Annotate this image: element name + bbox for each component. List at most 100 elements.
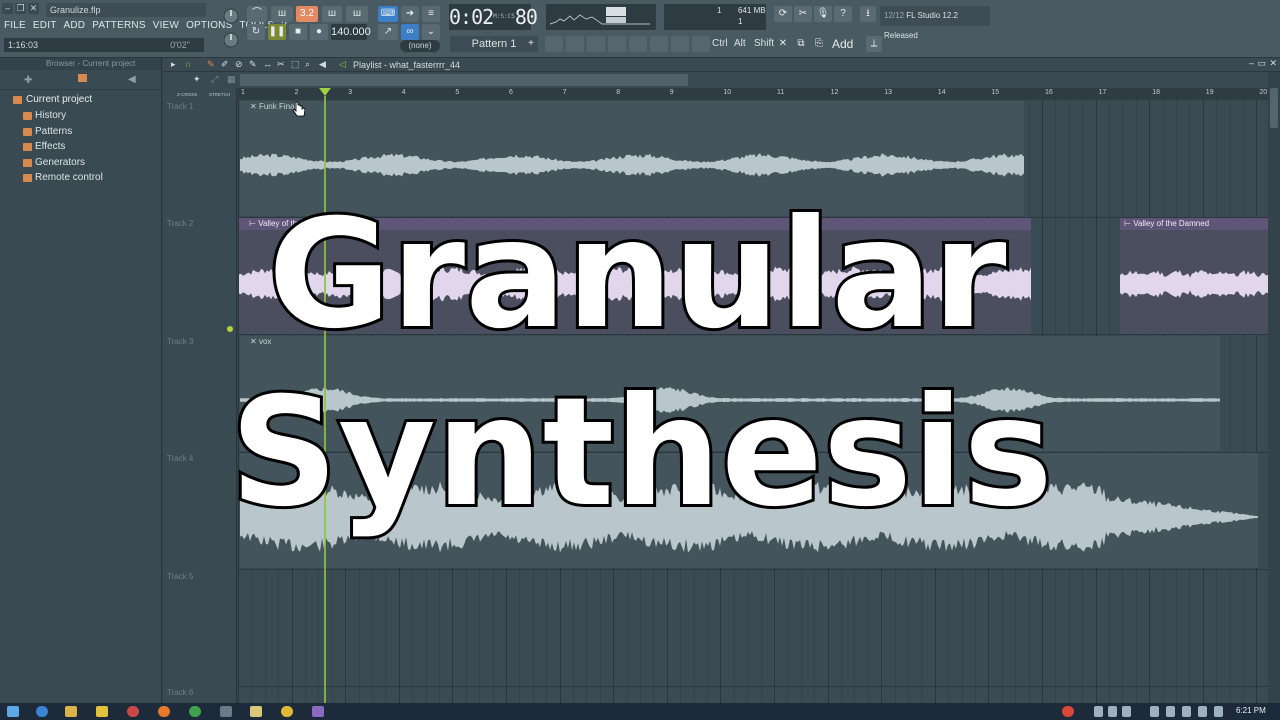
menu-view[interactable]: VIEW bbox=[153, 20, 179, 31]
slice-icon[interactable]: ✂ bbox=[277, 59, 285, 70]
app-icon[interactable] bbox=[220, 706, 232, 717]
playlist-grid[interactable]: ✕ Funk Final ⊢ Valley of th ⊢ Valley of … bbox=[238, 100, 1268, 703]
magnet-icon[interactable]: ∩ bbox=[185, 59, 191, 69]
playhead[interactable] bbox=[324, 96, 326, 703]
pencil-icon[interactable]: ✎ bbox=[207, 59, 215, 70]
playback-icon[interactable]: ◀ bbox=[319, 59, 326, 70]
plug-icon[interactable] bbox=[692, 36, 710, 52]
network-icon[interactable] bbox=[1150, 706, 1159, 717]
menu-patterns[interactable]: PATTERNS bbox=[92, 20, 145, 31]
master-volume-knob[interactable] bbox=[222, 4, 240, 52]
track-name-1[interactable]: Track 1 bbox=[167, 102, 193, 111]
folder-icon[interactable] bbox=[78, 74, 87, 82]
tree-item-effects[interactable]: Effects bbox=[0, 139, 160, 155]
add-pattern-icon[interactable]: + bbox=[525, 36, 537, 52]
ie-icon[interactable] bbox=[36, 706, 48, 717]
close-icon[interactable]: ✕ bbox=[28, 3, 39, 14]
track-name-5[interactable]: Track 5 bbox=[167, 572, 193, 581]
zoom-icon[interactable]: ⌕ bbox=[305, 59, 310, 70]
alt-key[interactable]: Alt bbox=[734, 36, 746, 52]
song-mode-icon[interactable]: ⌒ bbox=[247, 6, 267, 22]
play-button[interactable]: ❚❚ bbox=[268, 24, 286, 40]
stretch-label[interactable]: STRETCH bbox=[209, 92, 230, 97]
stop-button[interactable]: ■ bbox=[289, 24, 307, 40]
news-panel[interactable]: 12/12 FL Studio 12.2 Released bbox=[880, 6, 990, 40]
track-name-6[interactable]: Track 6 bbox=[167, 688, 193, 697]
loop-icon[interactable]: ↻ bbox=[247, 24, 265, 40]
speaker-icon[interactable]: ◀ bbox=[128, 74, 136, 85]
record-tray-icon[interactable] bbox=[1062, 706, 1074, 717]
countdown-icon[interactable]: ≡ bbox=[422, 6, 440, 22]
waveform-icon[interactable]: ш bbox=[271, 6, 293, 22]
explorer-icon[interactable] bbox=[65, 706, 77, 717]
step-edit-icon[interactable]: ш bbox=[322, 6, 342, 22]
draw-mode-icon[interactable]: ⤢ bbox=[211, 74, 218, 85]
track-name-4[interactable]: Track 4 bbox=[167, 454, 193, 463]
cut-icon[interactable]: ✕ bbox=[776, 36, 790, 52]
timeline-ruler[interactable]: 1 2 3 4 5 6 7 8 9 10 11 12 13 14 15 16 17 18 19 20 bbox=[238, 88, 1268, 100]
microphone-icon[interactable]: 🎙 bbox=[814, 6, 832, 22]
piano-roll-icon[interactable] bbox=[566, 36, 584, 52]
tree-item-patterns[interactable]: Patterns bbox=[0, 124, 160, 140]
typing-keyboard-icon[interactable]: ⌨ bbox=[378, 6, 398, 22]
tray-icon[interactable] bbox=[1122, 706, 1131, 717]
firefox-icon[interactable] bbox=[158, 706, 170, 717]
playhead-marker-icon[interactable] bbox=[319, 88, 331, 96]
record-button[interactable]: ● bbox=[310, 24, 328, 40]
download-icon[interactable]: ⭳ bbox=[860, 6, 876, 22]
menu-add[interactable]: ADD bbox=[64, 20, 86, 31]
notes-icon[interactable] bbox=[250, 706, 262, 717]
add-button[interactable]: Add bbox=[832, 36, 853, 52]
restore-icon[interactable]: ❐ bbox=[15, 3, 26, 14]
clip-track-4[interactable] bbox=[240, 453, 1258, 568]
metronome-icon[interactable]: ш bbox=[346, 6, 368, 22]
copy-icon[interactable]: ⧉ bbox=[794, 36, 808, 52]
tree-item-remote-control[interactable]: Remote control bbox=[0, 170, 160, 186]
playlist-maximize-icon[interactable]: ▭ bbox=[1257, 58, 1266, 69]
scroll-thumb[interactable] bbox=[1270, 88, 1278, 128]
help-icon[interactable]: ? bbox=[834, 6, 852, 22]
step-icon[interactable]: ↗ bbox=[378, 24, 398, 40]
minimize-icon[interactable]: – bbox=[2, 3, 13, 14]
tempo-display[interactable]: 140.000 bbox=[331, 24, 371, 40]
snap-icon[interactable]: ⟂ bbox=[866, 36, 882, 52]
track-name-3[interactable]: Track 3 bbox=[167, 337, 193, 346]
tree-root-current-project[interactable]: Current project bbox=[0, 92, 160, 108]
slip-icon[interactable]: ↔ bbox=[263, 59, 272, 69]
chrome-icon[interactable] bbox=[189, 706, 201, 717]
grid-icon[interactable]: ▦ bbox=[227, 74, 236, 85]
shift-key[interactable]: Shift bbox=[754, 36, 774, 52]
cut-tool-icon[interactable]: ✂ bbox=[794, 6, 812, 22]
app-red-icon[interactable] bbox=[127, 706, 139, 717]
brush-icon[interactable]: ✐ bbox=[221, 59, 229, 70]
windows-start-icon[interactable] bbox=[7, 706, 19, 717]
ctrl-key[interactable]: Ctrl bbox=[712, 36, 728, 52]
vertical-scrollbar[interactable] bbox=[1268, 72, 1280, 703]
fl-studio-icon[interactable] bbox=[281, 706, 293, 717]
browser-toggle-icon[interactable] bbox=[629, 36, 647, 52]
tree-item-generators[interactable]: Generators bbox=[0, 155, 160, 171]
expand-icon[interactable]: ✚ bbox=[24, 75, 32, 86]
pin-icon[interactable] bbox=[96, 706, 108, 717]
link-icon[interactable]: ∞ bbox=[401, 24, 419, 40]
track-name-2[interactable]: Track 2 bbox=[167, 219, 193, 228]
channel-rack-icon[interactable] bbox=[587, 36, 605, 52]
none-selector[interactable]: (none) bbox=[400, 40, 440, 52]
select-icon[interactable]: ⬚ bbox=[291, 59, 300, 70]
plugin-picker-icon[interactable] bbox=[650, 36, 668, 52]
monitor-icon[interactable] bbox=[1182, 706, 1191, 717]
delete-icon[interactable]: ⊘ bbox=[235, 59, 243, 70]
playlist-close-icon[interactable]: ✕ bbox=[1269, 58, 1277, 69]
clip-vox[interactable]: ✕ vox bbox=[240, 336, 1220, 451]
clip-valley-2[interactable]: ⊢ Valley of the Damned bbox=[1120, 218, 1268, 334]
mute-icon[interactable]: ✎ bbox=[249, 59, 257, 70]
time-display[interactable]: 0:02M:S:CS80 bbox=[449, 4, 538, 30]
paste-icon[interactable]: ⎘ bbox=[812, 36, 826, 52]
volume-icon[interactable] bbox=[1214, 706, 1223, 717]
snap-mode-icon[interactable]: ✦ bbox=[193, 74, 201, 85]
pattern-number[interactable]: 3.2 bbox=[296, 6, 318, 22]
clip-valley-1[interactable]: ⊢ Valley of th bbox=[239, 218, 1031, 334]
z-cross-label[interactable]: Z-CROSS bbox=[177, 92, 197, 97]
tree-item-history[interactable]: History bbox=[0, 108, 160, 124]
track-led-icon[interactable] bbox=[227, 326, 233, 332]
